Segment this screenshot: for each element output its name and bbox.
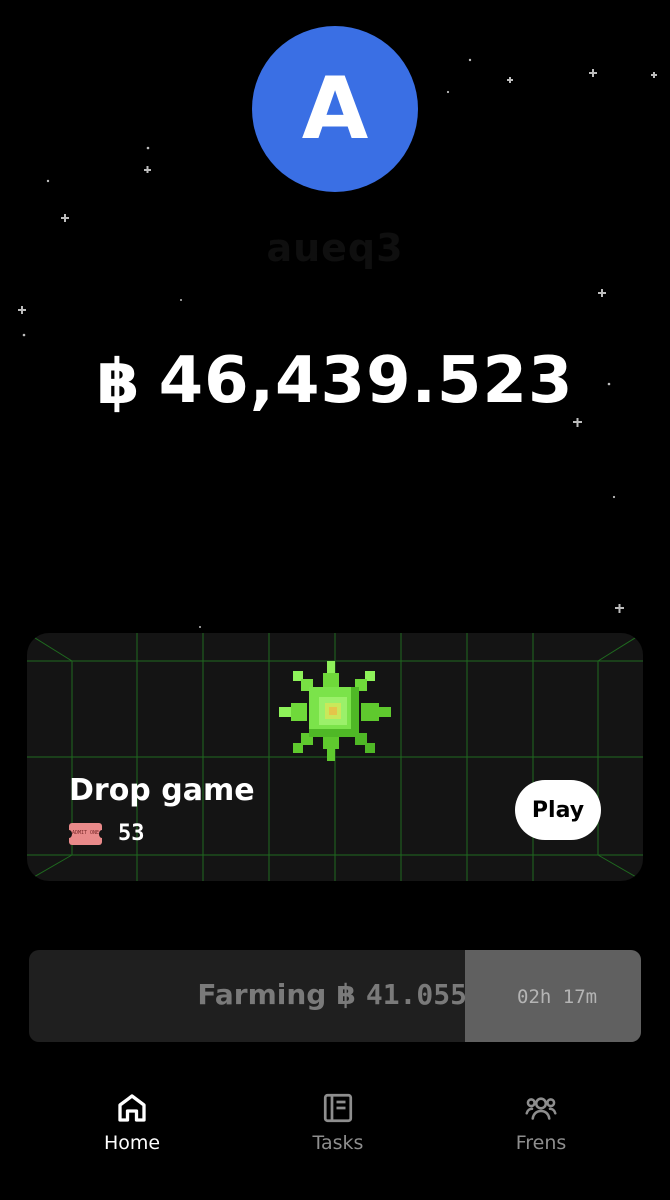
ticket-counter: ADMIT ONE 53 <box>66 821 145 846</box>
ticket-icon-text: ADMIT ONE <box>71 830 100 836</box>
nav-item-frens[interactable]: Frens <box>471 1090 611 1154</box>
nav-label-frens: Frens <box>515 1132 567 1154</box>
nav-item-home[interactable]: Home <box>62 1090 202 1154</box>
drop-game-card[interactable]: Drop game ADMIT ONE 53 Play <box>27 633 643 881</box>
farming-time-remaining: 02h 17m <box>517 986 598 1008</box>
farming-amount: 41.055 <box>365 978 467 1011</box>
home-icon <box>118 1094 146 1122</box>
balance-display: ฿ 46,439.523 <box>0 344 670 418</box>
username: aueq3 <box>266 226 404 270</box>
play-button[interactable]: Play <box>515 780 601 840</box>
farming-text: Farming <box>197 978 327 1011</box>
green-pixel-star-icon <box>279 661 391 761</box>
frens-icon <box>525 1097 557 1120</box>
farming-currency-symbol: ฿ <box>336 978 356 1011</box>
farming-button[interactable]: Farming ฿ 41.055 02h 17m <box>29 950 641 1042</box>
balance-amount: 46,439.523 <box>158 344 574 418</box>
farming-label: Farming ฿ 41.055 <box>197 978 467 1011</box>
ticket-icon: ADMIT ONE <box>66 822 105 845</box>
tasks-icon <box>323 1093 353 1123</box>
avatar-letter: A <box>301 59 369 159</box>
avatar[interactable]: A <box>252 26 418 192</box>
nav-item-tasks[interactable]: Tasks <box>268 1090 408 1154</box>
nav-label-tasks: Tasks <box>312 1132 364 1154</box>
drop-game-title: Drop game <box>69 773 255 808</box>
nav-label-home: Home <box>103 1132 161 1154</box>
bottom-navigation: Home Tasks Frens <box>0 1090 670 1200</box>
currency-symbol: ฿ <box>96 344 141 418</box>
ticket-count: 53 <box>118 821 145 846</box>
